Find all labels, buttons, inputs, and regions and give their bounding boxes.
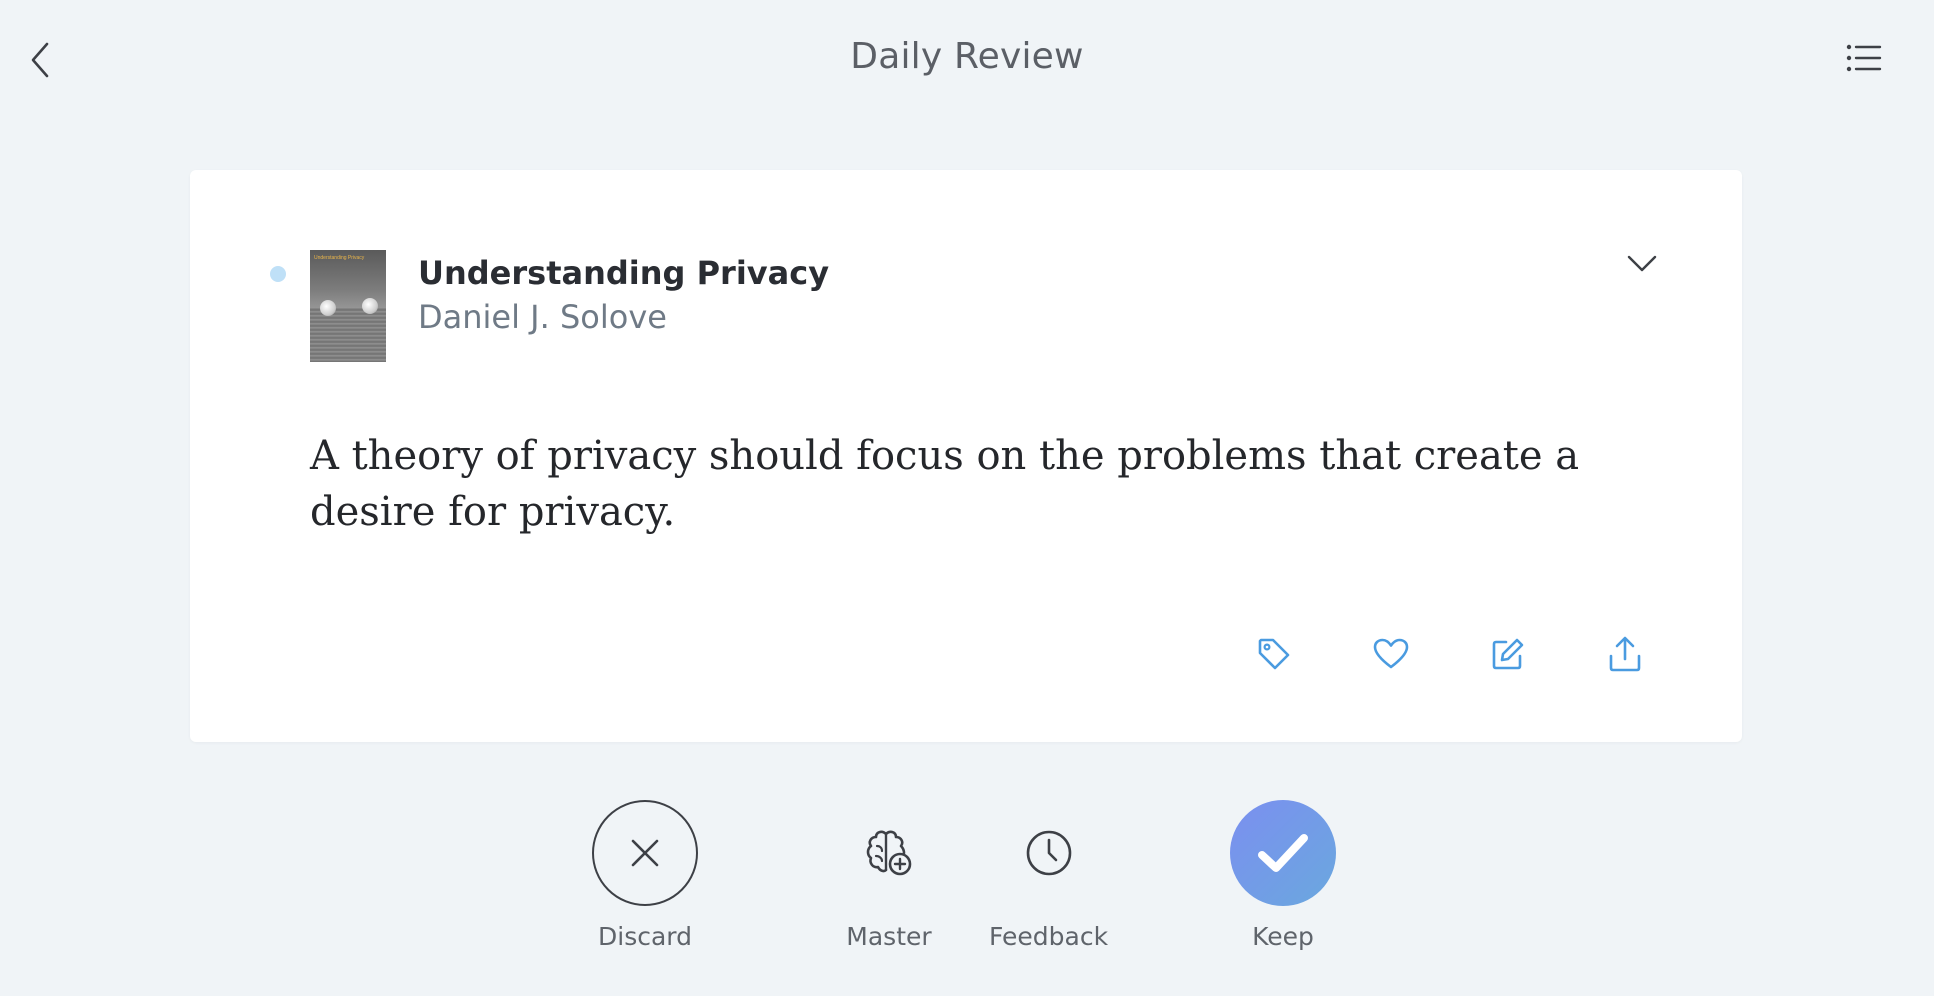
feedback-button[interactable]	[996, 800, 1102, 906]
page-title: Daily Review	[850, 36, 1084, 77]
highlight-card: Understanding Privacy Understanding Priv…	[190, 170, 1742, 742]
expand-button[interactable]	[1622, 248, 1662, 280]
close-icon	[631, 839, 659, 867]
list-icon	[1846, 44, 1882, 72]
heart-icon	[1373, 638, 1408, 669]
master-label: Master	[846, 922, 932, 951]
keep-action[interactable]: Keep	[1230, 800, 1336, 951]
share-icon	[1609, 636, 1640, 672]
edit-button[interactable]	[1449, 630, 1566, 678]
discard-action[interactable]: Discard	[592, 800, 698, 951]
highlight-text: A theory of privacy should focus on the …	[310, 433, 1580, 535]
chevron-down-icon	[1627, 255, 1657, 272]
share-button[interactable]	[1566, 630, 1683, 678]
keep-label: Keep	[1252, 922, 1314, 951]
master-action[interactable]: Master	[836, 800, 942, 951]
unread-dot	[270, 266, 286, 282]
cover-title: Understanding Privacy	[314, 255, 365, 261]
book-title[interactable]: Understanding Privacy	[418, 254, 829, 292]
list-menu-button[interactable]	[1844, 40, 1884, 76]
checkmark-icon	[1258, 834, 1308, 872]
feedback-action[interactable]: Feedback	[989, 800, 1108, 951]
review-actions: Discard Master Feedback Keep	[0, 800, 1934, 990]
cover-field	[310, 308, 386, 362]
edit-icon	[1492, 638, 1523, 670]
cover-bale-right	[362, 298, 378, 314]
book-cover[interactable]: Understanding Privacy	[310, 250, 386, 362]
favorite-button[interactable]	[1332, 630, 1449, 678]
top-bar: Daily Review	[0, 0, 1934, 120]
brain-plus-icon	[866, 830, 912, 876]
feedback-label: Feedback	[989, 922, 1109, 951]
clock-icon	[1026, 830, 1071, 876]
discard-label: Discard	[598, 922, 692, 951]
cover-bale-left	[320, 300, 336, 316]
master-button[interactable]	[836, 800, 942, 906]
card-action-bar	[1215, 630, 1683, 678]
keep-button[interactable]	[1230, 800, 1336, 906]
discard-button[interactable]	[592, 800, 698, 906]
tag-button[interactable]	[1215, 630, 1332, 678]
tag-icon	[1258, 638, 1289, 670]
book-author: Daniel J. Solove	[418, 298, 667, 336]
